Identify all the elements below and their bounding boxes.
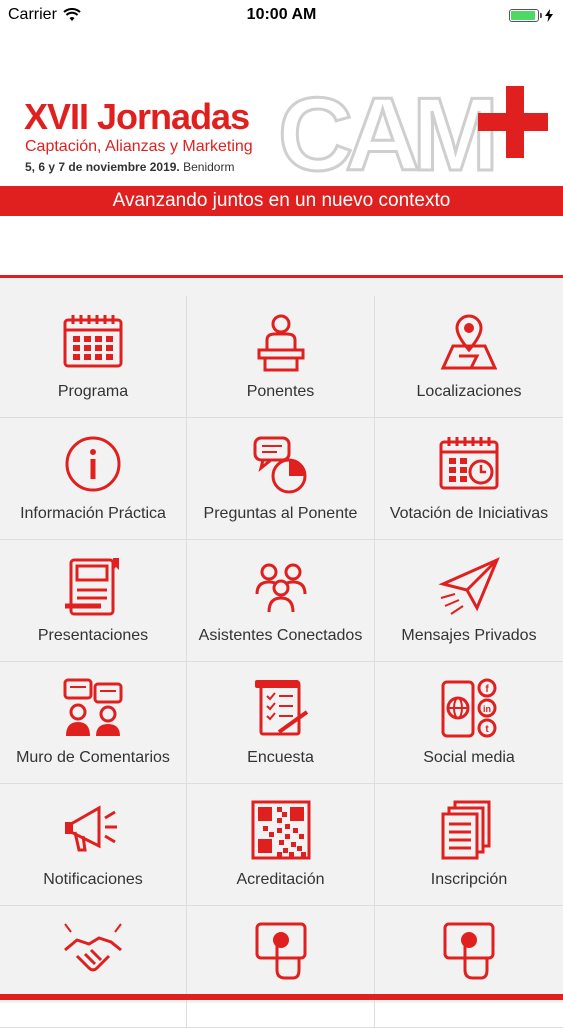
menu-item-14[interactable]: Inscripción	[375, 784, 563, 906]
qr-code-icon	[251, 800, 310, 860]
menu-item-label: Social media	[423, 749, 515, 766]
menu-item-label: Notificaciones	[43, 871, 143, 888]
menu-item-9[interactable]: Muro de Comentarios	[0, 662, 187, 784]
menu-item-6[interactable]: Presentaciones	[0, 540, 187, 662]
svg-text:in: in	[483, 704, 491, 714]
svg-text:f: f	[485, 684, 489, 695]
svg-text:t: t	[485, 724, 489, 735]
map-pin-icon	[440, 314, 498, 370]
menu-item-label: Información Práctica	[20, 505, 166, 522]
survey-icon	[254, 680, 308, 736]
event-banner: XVII Jornadas Captación, Alianzas y Mark…	[0, 78, 563, 218]
bottom-accent-bar	[0, 994, 563, 1000]
menu-item-label: Acreditación	[236, 871, 325, 888]
menu-item-4[interactable]: Preguntas al Ponente	[187, 418, 375, 540]
menu-item-16[interactable]	[187, 906, 375, 1028]
menu-item-12[interactable]: Notificaciones	[0, 784, 187, 906]
event-subtitle: Captación, Alianzas y Marketing	[25, 138, 253, 155]
menu-item-11[interactable]: f in t Social media	[375, 662, 563, 784]
menu-grid: Programa Ponentes Localizaciones Informació…	[0, 296, 563, 1028]
notebook-icon	[65, 558, 119, 616]
event-slogan: Avanzando juntos en un nuevo contexto	[0, 186, 563, 216]
menu-item-label: Localizaciones	[416, 383, 522, 400]
cam-logo: CAM	[278, 78, 548, 188]
people-group-icon	[255, 563, 306, 613]
menu-item-3[interactable]: Información Práctica	[0, 418, 187, 540]
menu-item-17[interactable]	[375, 906, 563, 1028]
social-media-icon: f in t	[441, 678, 497, 738]
info-icon	[65, 436, 121, 492]
svg-text:CAM: CAM	[278, 78, 492, 188]
menu-item-0[interactable]: Programa	[0, 296, 187, 418]
tablet-touch-icon	[255, 922, 306, 980]
calendar-icon	[63, 315, 123, 368]
menu-item-label: Inscripción	[430, 871, 508, 888]
battery-icon	[509, 8, 542, 22]
menu-item-1[interactable]: Ponentes	[187, 296, 375, 418]
menu-item-label: Encuesta	[247, 749, 314, 766]
comments-wall-icon	[63, 678, 123, 736]
documents-icon	[441, 800, 491, 860]
event-title: XVII Jornadas	[24, 96, 250, 137]
menu-item-15[interactable]	[0, 906, 187, 1028]
menu-item-label: Votación de Iniciativas	[389, 505, 549, 522]
menu-item-13[interactable]: Acreditación	[187, 784, 375, 906]
tablet-touch-icon-2	[443, 922, 495, 980]
event-date: 5, 6 y 7 de noviembre 2019. Benidorm	[25, 160, 235, 174]
handshake-icon	[64, 923, 122, 972]
speaker-podium-icon	[257, 314, 304, 372]
menu-item-label: Programa	[57, 383, 129, 400]
calendar-clock-icon	[439, 437, 499, 490]
menu-item-label: Ponentes	[246, 383, 315, 400]
menu-item-10[interactable]: Encuesta	[187, 662, 375, 784]
menu-item-5[interactable]: Votación de Iniciativas	[375, 418, 563, 540]
clock: 10:00 AM	[246, 6, 317, 23]
menu-item-2[interactable]: Localizaciones	[375, 296, 563, 418]
menu-item-7[interactable]: Asistentes Conectados	[187, 540, 375, 662]
chat-pie-icon	[253, 436, 306, 494]
menu-item-label: Asistentes Conectados	[198, 627, 363, 644]
status-bar: Carrier 10:00 AM	[0, 0, 563, 30]
paper-plane-icon	[438, 557, 500, 615]
megaphone-icon	[65, 805, 117, 852]
menu-item-label: Mensajes Privados	[401, 627, 537, 644]
menu-area: Programa Ponentes Localizaciones Informació…	[0, 275, 563, 1028]
menu-item-label: Muro de Comentarios	[16, 749, 170, 766]
menu-item-label: Presentaciones	[37, 627, 149, 644]
menu-item-8[interactable]: Mensajes Privados	[375, 540, 563, 662]
menu-item-label: Preguntas al Ponente	[203, 505, 358, 522]
